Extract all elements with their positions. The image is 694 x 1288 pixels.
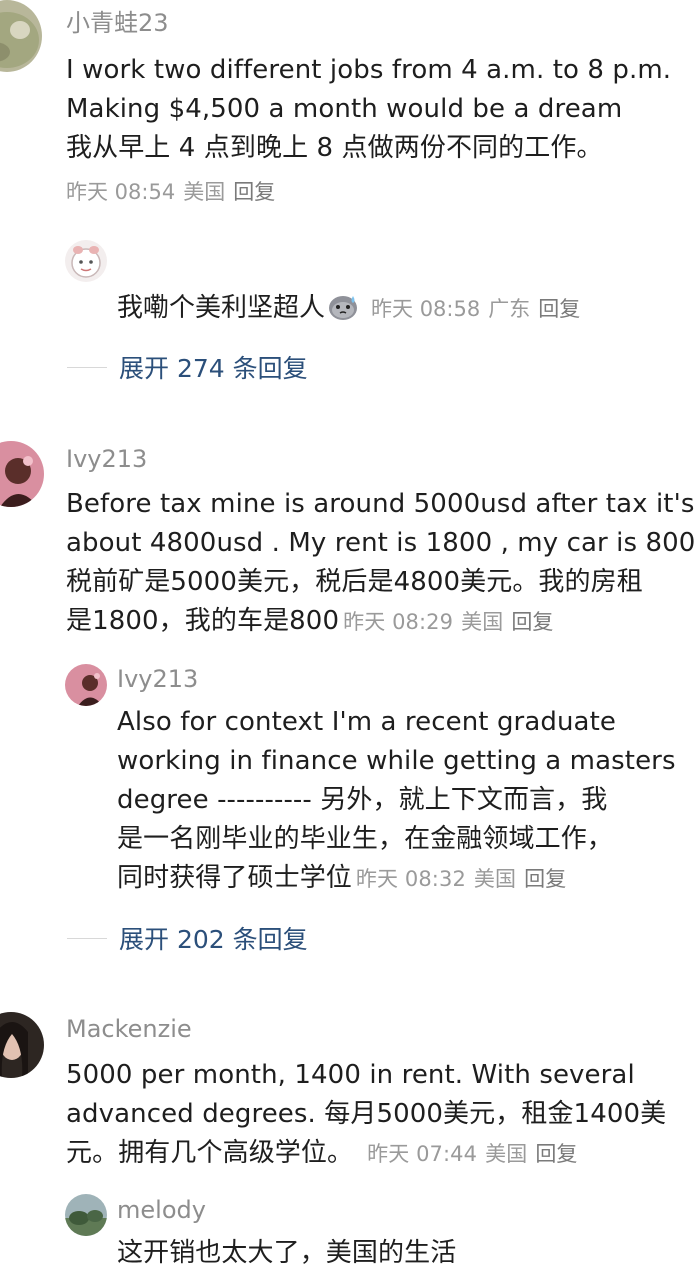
- comment-text-line: 税前矿是5000美元，税后是4800美元。我的房租: [66, 567, 643, 597]
- comment-location: 美国: [461, 610, 504, 634]
- reply-button[interactable]: 回复: [538, 297, 580, 321]
- reply-row: 我嘞个美利坚超人 昨天 08:58 广东 回复: [117, 289, 580, 330]
- avatar[interactable]: [0, 441, 44, 507]
- bottom-fade: [0, 1268, 694, 1288]
- reply-username[interactable]: Ivy213: [117, 664, 198, 694]
- reply-location: 美国: [473, 867, 517, 891]
- comment-location: 美国: [183, 180, 226, 204]
- reply-button[interactable]: 回复: [233, 180, 275, 204]
- comment-time: 昨天 07:44: [367, 1142, 478, 1166]
- comment-text-tail: 是1800，我的车是800: [66, 606, 340, 636]
- reply-username[interactable]: melody: [117, 1195, 206, 1225]
- reply-text-line: degree ---------- 另外，就上下文而言，我: [117, 785, 608, 815]
- comment-text-tail: 元。拥有几个高级学位。: [66, 1138, 354, 1168]
- comment-username[interactable]: Mackenzie: [66, 1014, 192, 1044]
- reply-button[interactable]: 回复: [524, 867, 566, 891]
- comment-text: Before tax mine is around 5000usd after …: [66, 485, 694, 642]
- comment-time: 昨天 08:29: [343, 610, 454, 634]
- reply-text: 我嘞个美利坚超人: [117, 293, 326, 323]
- expand-replies-label[interactable]: 展开 274 条回复: [119, 349, 308, 385]
- reply-location: 广东: [488, 297, 531, 321]
- avatar[interactable]: [65, 1194, 107, 1236]
- comment-text-line: Making $4,500 a month would be a dream: [66, 94, 623, 124]
- reply-text-line: 是一名刚毕业的毕业生，在金融领域工作，: [117, 824, 613, 854]
- reply-text-line: working in finance while getting a maste…: [117, 746, 676, 776]
- comment-text-line: about 4800usd . My rent is 1800 , my car…: [66, 528, 694, 558]
- comment-username[interactable]: Ivy213: [66, 444, 147, 474]
- avatar[interactable]: [0, 0, 42, 72]
- comment-username[interactable]: 小青蛙23: [66, 8, 169, 38]
- expand-replies-label[interactable]: 展开 202 条回复: [119, 920, 308, 956]
- reply-button[interactable]: 回复: [535, 1142, 577, 1166]
- comment-location: 美国: [485, 1142, 528, 1166]
- expand-replies-button[interactable]: 展开 274 条回复: [67, 347, 308, 387]
- reply-text-line: 同时获得了硕士学位 昨天 08:32 美国 回复: [117, 859, 676, 899]
- comment-meta: 昨天 08:54 美国 回复: [66, 177, 275, 207]
- expand-replies-button[interactable]: 展开 202 条回复: [67, 918, 308, 958]
- comment-text: I work two different jobs from 4 a.m. to…: [66, 51, 671, 168]
- comment-text: 5000 per month, 1400 in rent. With sever…: [66, 1056, 666, 1174]
- comment-text-line: advanced degrees. 每月5000美元，租金1400美: [66, 1099, 667, 1129]
- comment-text-line: I work two different jobs from 4 a.m. to…: [66, 55, 672, 85]
- comment-text-line: 是1800，我的车是800 昨天 08:29 美国 回复: [66, 602, 694, 642]
- sweat-face-emoji: [327, 290, 359, 322]
- expand-divider: [67, 937, 107, 939]
- reply-text: Also for context I'm a recent graduate w…: [117, 703, 676, 899]
- expand-divider: [67, 366, 107, 368]
- reply-time: 昨天 08:58: [371, 297, 481, 321]
- reply-time: 昨天 08:32: [355, 867, 466, 891]
- avatar[interactable]: [0, 1012, 44, 1078]
- avatar[interactable]: [65, 240, 107, 282]
- comment-time: 昨天 08:54: [66, 180, 176, 204]
- reply-text-line: Also for context I'm a recent graduate: [117, 707, 616, 737]
- reply-button[interactable]: 回复: [511, 610, 553, 634]
- comment-text-line: 5000 per month, 1400 in rent. With sever…: [66, 1060, 635, 1090]
- comment-text-line: 我从早上 4 点到晚上 8 点做两份不同的工作。: [66, 133, 603, 163]
- reply-text-tail: 同时获得了硕士学位: [117, 863, 352, 893]
- comment-text-line: Before tax mine is around 5000usd after …: [66, 489, 694, 519]
- comment-text-line: 元。拥有几个高级学位。 昨天 07:44 美国 回复: [66, 1134, 666, 1174]
- avatar[interactable]: [65, 664, 107, 706]
